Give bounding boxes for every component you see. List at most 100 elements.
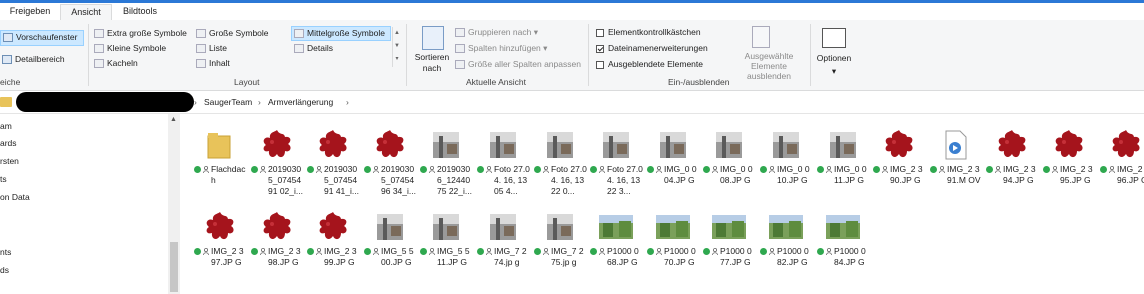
layout-mittelgross[interactable]: Mittelgroße Symbole <box>291 26 391 41</box>
image-thumbnail <box>826 128 860 162</box>
address-bar[interactable]: › SaugerTeam › Armverlängerung › <box>0 91 1144 114</box>
checkbox-unchecked-icon <box>596 28 604 37</box>
nav-item[interactable]: ards <box>0 137 17 150</box>
file-item[interactable]: Foto 27.04. 16, 13 22 3... <box>587 120 643 200</box>
file-item[interactable]: P1000 082.JP G <box>757 202 813 282</box>
breadcrumb-saugerteam[interactable]: SaugerTeam <box>204 96 252 109</box>
shared-person-icon <box>995 166 1001 173</box>
file-name: 20190305_0745491 41_i... <box>324 164 359 196</box>
detailbereich-button[interactable]: Detailbereich <box>2 53 65 66</box>
shared-person-icon <box>260 248 266 255</box>
file-item[interactable]: Flachdach <box>191 120 247 200</box>
nav-scrollbar[interactable]: ▲ <box>168 114 180 294</box>
image-thumbnail <box>712 128 746 162</box>
vorschaufenster-button[interactable]: Vorschaufenster <box>0 30 84 46</box>
shared-person-icon <box>316 166 322 173</box>
layout-extra-gross[interactable]: Extra große Symbole <box>94 27 187 40</box>
file-item[interactable]: 20190305_0745496 34_i... <box>361 120 417 200</box>
file-item[interactable]: P1000 070.JP G <box>644 202 700 282</box>
layout-klein[interactable]: Kleine Symbole <box>94 42 166 55</box>
file-item[interactable]: IMG_5 511.JP G <box>417 202 473 282</box>
file-item[interactable]: IMG_2 395.JP G <box>1040 120 1096 200</box>
file-item[interactable]: 20190305_0745491 41_i... <box>304 120 360 200</box>
elementkontroll-label: Elementkontrollkästchen <box>608 27 701 37</box>
layout-kacheln[interactable]: Kacheln <box>94 57 138 70</box>
movie-file-icon <box>939 128 973 162</box>
shared-person-icon <box>203 248 209 255</box>
medium-icons-icon <box>294 29 304 39</box>
ausgeblendete-checkbox[interactable]: Ausgeblendete Elemente <box>596 58 703 71</box>
shared-person-icon <box>203 166 209 173</box>
detailbereich-label: Detailbereich <box>15 54 65 64</box>
nav-item[interactable]: nts <box>0 246 11 259</box>
elementkontroll-checkbox[interactable]: Elementkontrollkästchen <box>596 26 701 39</box>
scroll-thumb[interactable] <box>170 242 178 292</box>
file-item[interactable]: IMG_2 397.JP G <box>191 202 247 282</box>
file-item[interactable]: IMG_2 390.JP G <box>870 120 926 200</box>
layout-inhalt-label: Inhalt <box>209 58 230 68</box>
file-item[interactable]: 20190305_0745491 02_i... <box>248 120 304 200</box>
image-thumbnail <box>373 210 407 244</box>
file-item[interactable]: IMG_0 004.JP G <box>644 120 700 200</box>
tab-freigeben[interactable]: Freigeben <box>2 4 58 20</box>
ausgewaehlte-ausblenden-button[interactable]: Ausgewählte Elemente ausblenden <box>732 51 806 81</box>
sync-status-icon <box>760 248 767 255</box>
file-item[interactable]: IMG_0 008.JP G <box>700 120 756 200</box>
breadcrumb-armverlaengerung[interactable]: Armverlängerung <box>268 96 333 109</box>
file-item[interactable]: IMG_2 396.JP G <box>1097 120 1144 200</box>
sync-status-icon <box>986 166 993 173</box>
file-item[interactable]: P1000 068.JP G <box>587 202 643 282</box>
sync-status-icon <box>930 166 937 173</box>
file-item[interactable]: IMG_2 394.JP G <box>983 120 1039 200</box>
file-item[interactable]: Foto 27.04. 16, 13 05 4... <box>474 120 530 200</box>
file-name: IMG_2 396.JP G <box>1117 164 1144 185</box>
list-icon <box>196 44 206 54</box>
file-name: IMG_0 011.JP G <box>834 164 867 185</box>
optionen-button[interactable]: Optionen ▾ <box>814 52 854 76</box>
file-item[interactable]: IMG_7 274.jp g <box>474 202 530 282</box>
sync-status-icon <box>590 166 597 173</box>
file-item[interactable]: IMG_2 391.M OV <box>927 120 983 200</box>
image-thumbnail <box>769 210 803 244</box>
shared-person-icon <box>656 166 662 173</box>
ribbon-separator <box>588 24 589 86</box>
file-name: P1000 077.JP G <box>720 246 752 267</box>
spalten-button[interactable]: Spalten hinzufügen ▾ <box>455 42 547 55</box>
file-item[interactable]: P1000 077.JP G <box>700 202 756 282</box>
file-item[interactable]: IMG_2 399.JP G <box>304 202 360 282</box>
scroll-up-icon[interactable]: ▲ <box>170 116 177 123</box>
sync-status-icon <box>420 166 427 173</box>
layout-inhalt[interactable]: Inhalt <box>196 57 230 70</box>
layout-gallery-scroll[interactable]: ▲ ▼ ▾ <box>392 27 401 67</box>
nav-item[interactable]: ds <box>0 264 9 277</box>
layout-liste[interactable]: Liste <box>196 42 227 55</box>
ribbon-separator <box>88 24 89 86</box>
tab-bildtools[interactable]: Bildtools <box>114 4 166 20</box>
sync-status-icon <box>1100 166 1107 173</box>
file-item[interactable]: IMG_2 398.JP G <box>248 202 304 282</box>
file-name: 20190305_0745496 34_i... <box>381 164 416 196</box>
nav-item[interactable]: am <box>0 120 12 133</box>
sortieren-button[interactable]: Sortieren nach <box>414 52 450 76</box>
nav-item[interactable]: ts <box>0 173 7 186</box>
layout-details[interactable]: Details <box>294 42 333 55</box>
layout-gross[interactable]: Große Symbole <box>196 27 269 40</box>
file-item[interactable]: Foto 27.04. 16, 13 22 0... <box>531 120 587 200</box>
file-item[interactable]: IMG_0 010.JP G <box>757 120 813 200</box>
file-item[interactable]: P1000 084.JP G <box>814 202 870 282</box>
file-item[interactable]: IMG_5 500.JP G <box>361 202 417 282</box>
shared-person-icon <box>260 166 266 173</box>
groesse-button[interactable]: Größe aller Spalten anpassen <box>455 58 581 71</box>
add-columns-icon <box>455 44 465 54</box>
file-item[interactable]: IMG_7 275.jp g <box>531 202 587 282</box>
file-item[interactable]: 20190306_1244075 22_i... <box>417 120 473 200</box>
hide-selected-icon <box>752 26 770 48</box>
image-thumbnail <box>656 128 690 162</box>
file-item[interactable]: IMG_0 011.JP G <box>814 120 870 200</box>
gruppieren-button[interactable]: Gruppieren nach ▾ <box>455 26 538 39</box>
nav-item[interactable]: rsten <box>0 155 19 168</box>
shared-person-icon <box>429 166 435 173</box>
dateinamenerweiterungen-checkbox[interactable]: Dateinamenerweiterungen <box>596 42 708 55</box>
file-name: IMG_2 399.JP G <box>324 246 357 267</box>
nav-item[interactable]: on Data <box>0 191 30 204</box>
